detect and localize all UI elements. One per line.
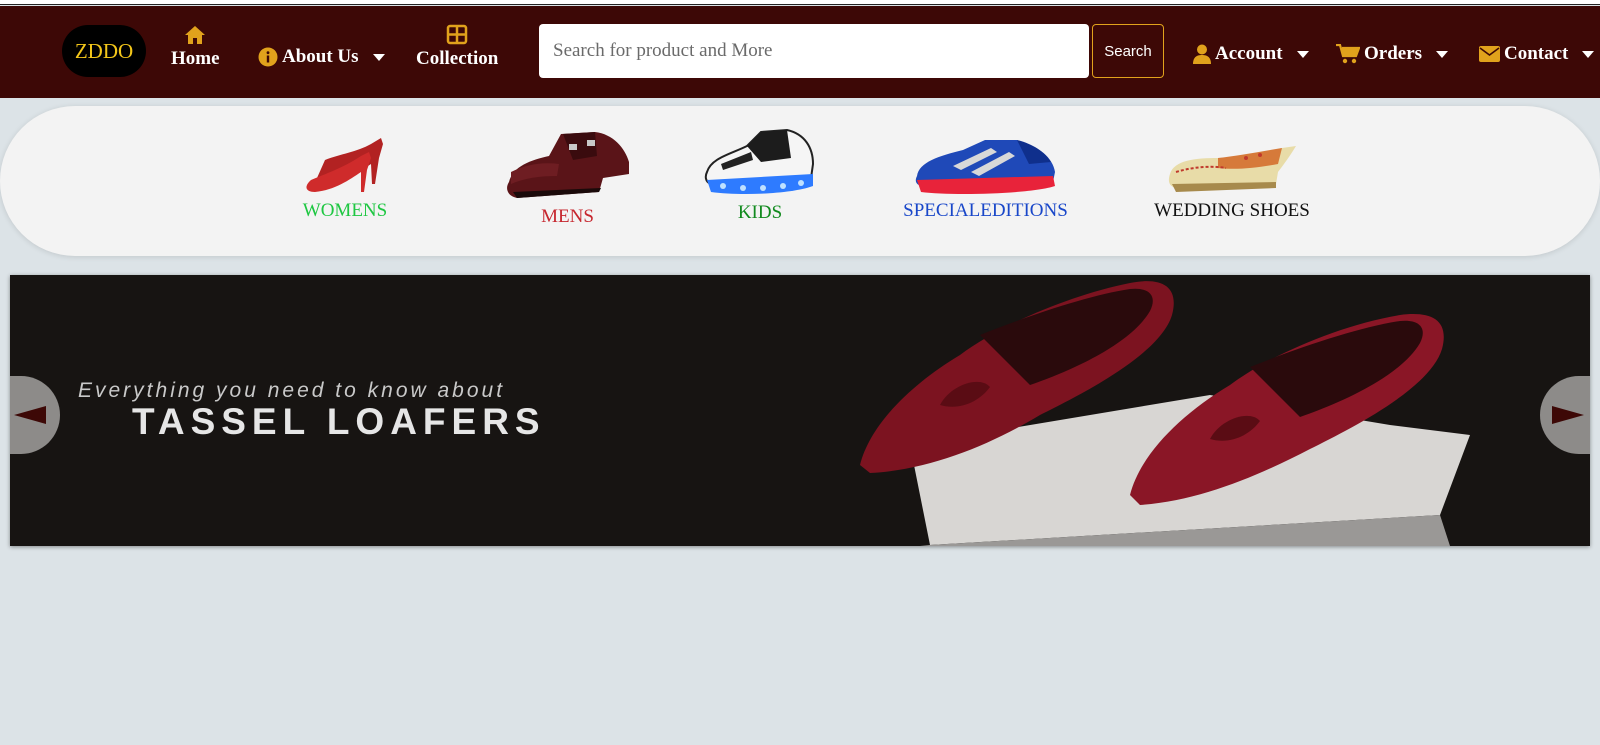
category-bar: WOMENS MENS KIDS SPECIALEDITIONS WEDDING… [0, 106, 1600, 256]
category-label: KIDS [737, 202, 783, 223]
slide-title: TASSEL LOAFERS [132, 401, 546, 442]
nav-account[interactable]: Account [1193, 43, 1309, 65]
nav-home[interactable]: Home [171, 24, 220, 70]
nav-about-us-label: About Us [282, 46, 359, 67]
nav-account-label: Account [1215, 43, 1283, 64]
chevron-down-icon [1296, 50, 1309, 58]
nav-orders-label: Orders [1364, 43, 1423, 64]
embroidered-jutti-icon [1168, 146, 1296, 192]
brand-logo[interactable]: ZDDO [62, 25, 146, 77]
running-shoe-icon [915, 140, 1055, 194]
hero-carousel: Everything you need to know about TASSEL… [10, 275, 1590, 546]
nav-home-label: Home [171, 48, 220, 69]
nav-collection[interactable]: Collection [416, 24, 498, 70]
search-input[interactable] [539, 24, 1089, 78]
info-icon [258, 47, 278, 67]
category-label: SPECIALEDITIONS [903, 200, 1068, 221]
chevron-down-icon [1582, 50, 1595, 58]
slide-subtitle: Everything you need to know about [78, 379, 506, 402]
light-up-sneaker-icon [704, 128, 815, 194]
nav-orders[interactable]: Orders [1336, 43, 1449, 65]
high-heel-shoe-icon [306, 138, 383, 192]
arrow-right-icon [1552, 406, 1584, 424]
arrow-left-icon [14, 406, 46, 424]
monk-strap-shoe-icon [506, 132, 629, 198]
home-icon [185, 26, 206, 44]
nav-contact[interactable]: Contact [1479, 43, 1595, 65]
category-special-editions[interactable]: SPECIALEDITIONS [898, 136, 1073, 222]
chevron-down-icon [372, 53, 385, 61]
category-label: WEDDING SHOES [1154, 200, 1310, 221]
nav-about-us[interactable]: About Us [258, 46, 385, 68]
envelope-icon [1479, 46, 1500, 62]
nav-contact-label: Contact [1504, 43, 1569, 64]
user-icon [1193, 44, 1211, 64]
search-button[interactable]: Search [1092, 24, 1164, 78]
category-kids[interactable]: KIDS [700, 128, 820, 224]
chevron-down-icon [1436, 50, 1449, 58]
navbar: ZDDO Home About Us Collection Search Acc… [0, 6, 1600, 98]
category-label: MENS [541, 206, 594, 227]
grid-icon [446, 24, 468, 45]
cart-icon [1336, 44, 1360, 64]
category-label: WOMENS [302, 200, 388, 221]
loafer-shoes-image [860, 281, 1470, 546]
category-womens[interactable]: WOMENS [290, 128, 400, 222]
top-border [0, 0, 1600, 5]
category-wedding-shoes[interactable]: WEDDING SHOES [1146, 144, 1318, 222]
nav-collection-label: Collection [416, 48, 499, 69]
category-mens[interactable]: MENS [500, 126, 635, 228]
